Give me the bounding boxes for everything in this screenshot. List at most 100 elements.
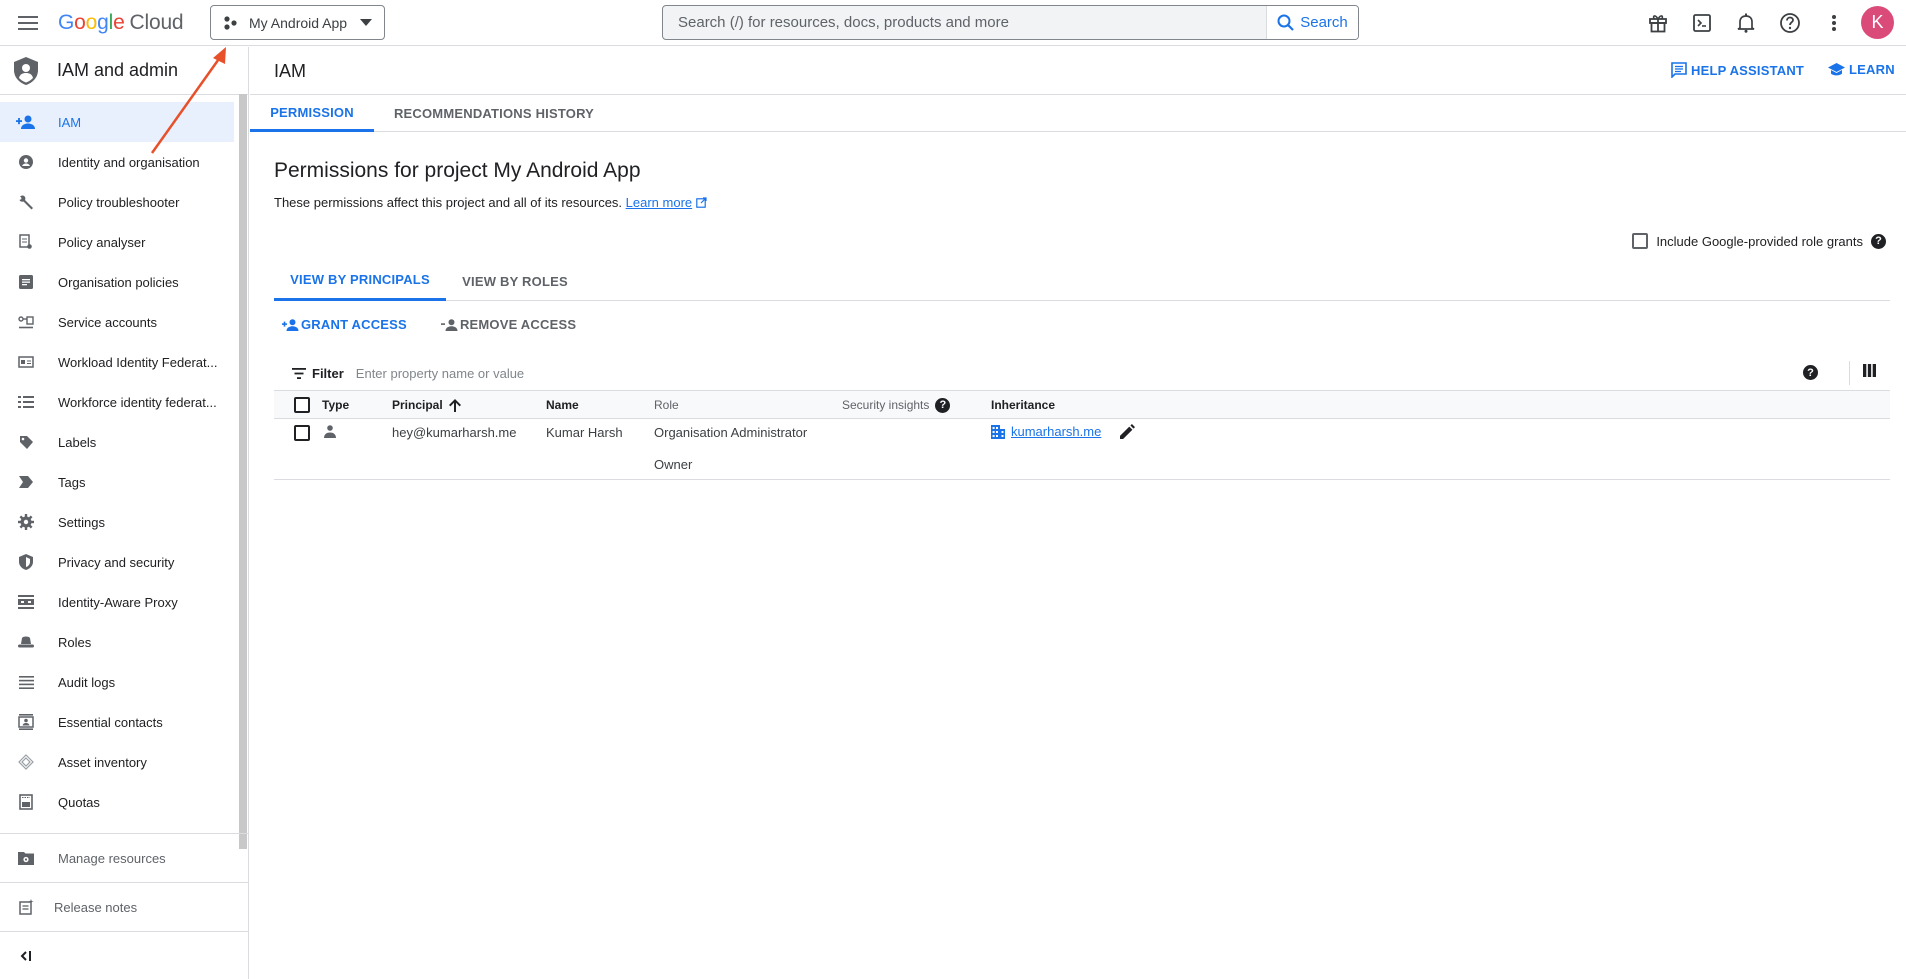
search-bar: Search (662, 5, 1359, 40)
chevron-down-icon (360, 19, 372, 26)
tab-view-by-roles[interactable]: VIEW BY ROLES (454, 261, 576, 301)
notifications-icon (1737, 13, 1755, 33)
gift-button[interactable] (1644, 9, 1672, 37)
view-tabs: VIEW BY PRINCIPALS VIEW BY ROLES (274, 261, 1890, 301)
column-header-role[interactable]: Role (654, 391, 679, 419)
edit-principal-button[interactable] (1120, 424, 1135, 439)
notifications-button[interactable] (1732, 9, 1760, 37)
tab-permission[interactable]: PERMISSION (250, 95, 374, 132)
more-vert-icon (1832, 15, 1836, 31)
filter-input[interactable] (355, 365, 756, 381)
row-checkbox[interactable] (294, 425, 310, 441)
column-header-principal[interactable]: Principal (392, 391, 461, 419)
column-header-type[interactable]: Type (322, 391, 349, 419)
filter-button[interactable]: Filter (292, 366, 344, 381)
sidebar-item-settings[interactable]: Settings (0, 502, 234, 542)
sidebar-item-asset-inventory[interactable]: Asset inventory (0, 742, 234, 782)
sidebar-item-labels[interactable]: Labels (0, 422, 234, 462)
manage-resources-link[interactable]: Manage resources (0, 834, 248, 882)
search-input[interactable] (663, 6, 1266, 39)
sidebar-item-identity-aware-proxy[interactable]: Identity-Aware Proxy (0, 582, 234, 622)
name-cell: Kumar Harsh (546, 425, 623, 440)
help-circle-icon[interactable]: ? (935, 397, 951, 413)
sidebar-item-privacy-security[interactable]: Privacy and security (0, 542, 234, 582)
inheritance-link[interactable]: kumarharsh.me (991, 424, 1101, 439)
help-assistant-button[interactable]: HELP ASSISTANT (1671, 62, 1804, 78)
help-button[interactable] (1776, 9, 1804, 37)
sidebar-item-policy-analyser[interactable]: Policy analyser (0, 222, 234, 262)
help-assistant-label: HELP ASSISTANT (1691, 62, 1805, 78)
manage-resources-label: Manage resources (58, 850, 166, 866)
sidebar-item-iam[interactable]: IAM (0, 102, 234, 142)
avatar-letter: K (1871, 12, 1884, 32)
learn-button[interactable]: LEARN (1828, 62, 1895, 77)
sidebar-item-label: Audit logs (58, 674, 116, 690)
project-selector[interactable]: My Android App (210, 5, 385, 40)
sidebar-item-quotas[interactable]: Quotas (0, 782, 234, 822)
sidebar-item-policy-troubleshooter[interactable]: Policy troubleshooter (0, 182, 234, 222)
tab-label: VIEW BY ROLES (462, 273, 568, 289)
google-grants-checkbox[interactable] (1632, 233, 1649, 249)
sidebar-item-workload-identity-federation[interactable]: Workload Identity Federat... (0, 342, 234, 382)
column-label: Name (546, 398, 579, 412)
sidebar-item-label: Service accounts (58, 314, 157, 330)
select-all-checkbox[interactable] (294, 397, 310, 413)
collapse-sidebar-button[interactable] (0, 932, 248, 979)
main-menu-button[interactable] (14, 10, 42, 36)
contact-icon (18, 714, 34, 730)
account-avatar[interactable]: K (1861, 6, 1894, 39)
grant-access-button[interactable]: GRANT ACCESS (282, 317, 407, 332)
column-label: Inheritance (991, 398, 1056, 412)
sidebar-item-roles[interactable]: Roles (0, 622, 234, 662)
sidebar-item-audit-logs[interactable]: Audit logs (0, 662, 234, 702)
sidebar-item-label: Roles (58, 634, 92, 650)
sidebar-item-organisation-policies[interactable]: Organisation policies (0, 262, 234, 302)
column-display-button[interactable] (1863, 364, 1876, 377)
cloud-shell-button[interactable] (1688, 9, 1716, 37)
sidebar-nav: IAM Identity and organisation Policy tro… (0, 102, 234, 822)
google-cloud-logo[interactable]: Google Cloud (58, 10, 184, 36)
list-icon (18, 396, 34, 408)
top-bar: GoogleCloud My Android App Search K (0, 0, 1906, 46)
diamond-layers-icon (18, 754, 34, 770)
sidebar-item-service-accounts[interactable]: Service accounts (0, 302, 234, 342)
sidebar-item-essential-contacts[interactable]: Essential contacts (0, 702, 234, 742)
release-notes-link[interactable]: Release notes (0, 883, 248, 931)
table-row: hey@kumarharsh.me Kumar Harsh Organisati… (274, 419, 1890, 480)
sidebar-item-identity-organisation[interactable]: Identity and organisation (0, 142, 234, 182)
sidebar-item-label: Identity-Aware Proxy (58, 594, 178, 610)
column-label: Principal (392, 398, 443, 412)
wrench-icon (19, 195, 33, 210)
tab-recommendations-history[interactable]: RECOMMENDATIONS HISTORY (388, 95, 600, 132)
remove-access-button[interactable]: REMOVE ACCESS (440, 317, 576, 332)
tab-view-by-principals[interactable]: VIEW BY PRINCIPALS (274, 261, 446, 301)
column-header-security-insights[interactable]: Security insights? (842, 391, 951, 419)
logo-letter: g (97, 11, 109, 34)
column-header-name[interactable]: Name (546, 391, 579, 419)
help-circle-icon[interactable]: ? (1803, 365, 1818, 380)
search-button[interactable]: Search (1266, 6, 1358, 39)
help-icon (1780, 13, 1800, 33)
principal-cell: hey@kumarharsh.me (392, 425, 517, 440)
sidebar-item-workforce-identity-federation[interactable]: Workforce identity federat... (0, 382, 234, 422)
sidebar-item-tags[interactable]: Tags (0, 462, 234, 502)
tab-label: PERMISSION (270, 104, 354, 120)
project-name: My Android App (249, 14, 348, 31)
help-circle-icon[interactable]: ? (1871, 233, 1886, 249)
release-notes-label: Release notes (54, 899, 138, 915)
gift-icon (1649, 15, 1667, 33)
more-options-button[interactable] (1820, 9, 1848, 37)
lines-icon (18, 675, 34, 689)
sidebar-item-label: Labels (58, 434, 97, 450)
learn-more-link[interactable]: Learn more (626, 195, 692, 210)
google-grants-toggle: Include Google-provided role grants ? (1632, 233, 1886, 249)
hamburger-menu-icon (18, 16, 38, 30)
sidebar-item-label: Tags (58, 474, 86, 490)
iam-shield-icon (14, 56, 38, 85)
shield-icon (19, 554, 33, 570)
tag-arrow-icon (19, 476, 33, 488)
grant-access-label: GRANT ACCESS (301, 317, 407, 332)
sidebar-scrollbar[interactable] (239, 94, 247, 849)
learn-more-label: Learn more (625, 195, 693, 210)
column-header-inheritance[interactable]: Inheritance (991, 391, 1055, 419)
